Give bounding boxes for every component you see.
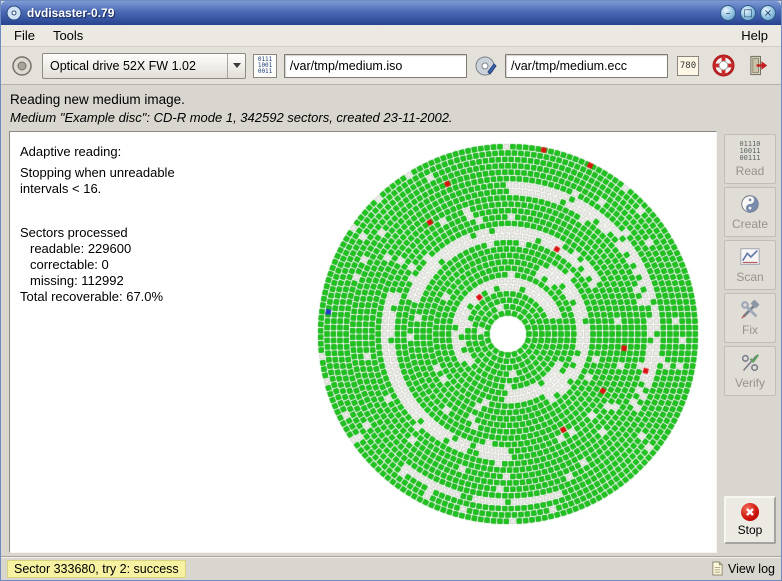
stopping-line-2: intervals < 16. [20, 181, 175, 197]
status-line-2: Medium "Example disc": CD-R mode 1, 3425… [10, 109, 772, 127]
menubar: File Tools Help [1, 25, 781, 47]
scan-chart-icon [739, 246, 761, 268]
total-recoverable: Total recoverable: 67.0% [20, 289, 175, 305]
action-sidebar: 01110 10011 00111 Read Create [719, 131, 781, 556]
toolbar: Optical drive 52X FW 1.02 0111 1001 0011… [1, 47, 781, 85]
titlebar[interactable]: dvdisaster-0.79 – □ × [1, 1, 781, 25]
view-log-icon [711, 561, 724, 576]
close-button[interactable]: × [760, 5, 776, 21]
stop-button[interactable]: Stop [724, 496, 776, 544]
maximize-button[interactable]: □ [740, 5, 756, 21]
sectors-readable: readable: 229600 [20, 241, 175, 257]
menu-help[interactable]: Help [732, 26, 777, 45]
read-button[interactable]: 01110 10011 00111 Read [724, 134, 776, 184]
fix-tools-icon [739, 299, 761, 321]
sectors-correctable: correctable: 0 [20, 257, 175, 273]
view-log[interactable]: View log [711, 561, 775, 576]
read-binary-icon: 01110 10011 00111 [739, 141, 760, 162]
preferences-icon[interactable]: 780 [675, 54, 701, 78]
adaptive-title: Adaptive reading: [20, 144, 175, 160]
verify-label: Verify [735, 376, 765, 390]
scan-label: Scan [736, 270, 763, 284]
help-lifebuoy-icon[interactable] [710, 52, 737, 79]
statusbar: Sector 333680, try 2: success View log [1, 556, 781, 580]
status-message: Sector 333680, try 2: success [7, 560, 186, 578]
menu-file[interactable]: File [5, 26, 44, 45]
ecc-path-input[interactable] [505, 54, 668, 78]
status-line-1: Reading new medium image. [10, 91, 772, 109]
stop-x-icon [741, 503, 759, 521]
fix-button[interactable]: Fix [724, 293, 776, 343]
chevron-down-icon[interactable] [227, 54, 245, 78]
drive-icon[interactable] [9, 53, 35, 79]
window-title: dvdisaster-0.79 [27, 6, 114, 20]
read-label: Read [736, 164, 765, 178]
status-area: Reading new medium image. Medium "Exampl… [1, 85, 781, 131]
app-window: dvdisaster-0.79 – □ × File Tools Help Op… [0, 0, 782, 581]
adaptive-reading-info: Adaptive reading: Stopping when unreadab… [20, 144, 175, 305]
fix-label: Fix [742, 323, 758, 337]
minimize-button[interactable]: – [720, 5, 736, 21]
create-yinyang-icon [739, 193, 761, 215]
sectors-missing: missing: 112992 [20, 273, 175, 289]
sectors-title: Sectors processed [20, 225, 175, 241]
disc-spiral [308, 134, 708, 534]
stop-label: Stop [738, 523, 763, 537]
reading-panel: Adaptive reading: Stopping when unreadab… [9, 131, 717, 553]
app-icon [6, 5, 22, 21]
create-label: Create [732, 217, 768, 231]
stopping-line-1: Stopping when unreadable [20, 165, 175, 181]
ecc-file-icon [474, 54, 498, 78]
menu-tools[interactable]: Tools [44, 26, 92, 45]
drive-select-value: Optical drive 52X FW 1.02 [43, 59, 227, 73]
view-log-label: View log [728, 562, 775, 576]
drive-select[interactable]: Optical drive 52X FW 1.02 [42, 53, 246, 79]
scan-button[interactable]: Scan [724, 240, 776, 290]
iso-file-icon: 0111 1001 0011 [253, 54, 276, 78]
verify-percent-check-icon [739, 352, 761, 374]
verify-button[interactable]: Verify [724, 346, 776, 396]
quit-icon[interactable] [746, 52, 773, 79]
iso-path-input[interactable] [284, 54, 467, 78]
create-button[interactable]: Create [724, 187, 776, 237]
